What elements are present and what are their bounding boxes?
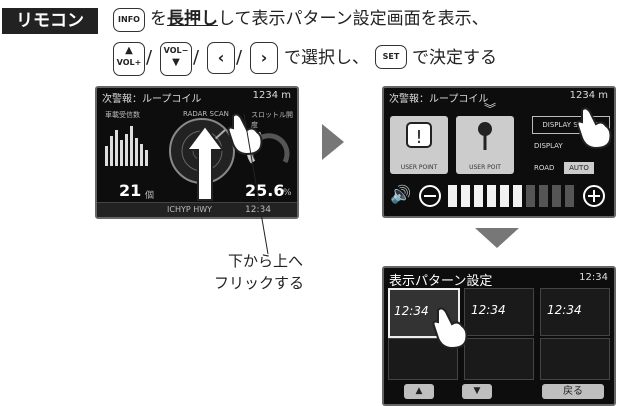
volume-bar	[474, 185, 483, 207]
next-alert-label: 次警報：ループコイル	[389, 94, 489, 105]
plus-icon[interactable]	[582, 184, 606, 208]
up-button[interactable]: ▲	[404, 384, 434, 399]
slash: /	[146, 47, 153, 68]
arrow-down-icon	[475, 228, 519, 248]
slash: /	[193, 47, 200, 68]
caption-line-2: フリックする	[214, 274, 305, 292]
svg-text:!: !	[415, 127, 422, 148]
vol-plus-key: ▲ VOL+	[113, 42, 145, 76]
display-label: DISPLAY	[534, 142, 563, 150]
user-poit-button[interactable]: USER POIT	[456, 116, 514, 174]
minus-icon[interactable]	[418, 184, 442, 208]
down-button[interactable]: ▼	[462, 384, 492, 399]
remocon-label: リモコン	[2, 8, 98, 34]
bar-graph-icon	[105, 126, 148, 166]
volume-bar	[487, 185, 496, 207]
instruction-text-2a: で選択し、	[284, 48, 369, 68]
pattern-title: 表示パターン設定	[389, 274, 493, 289]
volume-bars	[448, 185, 578, 207]
user-poit-label: USER POIT	[469, 164, 501, 171]
pattern-screen[interactable]: 表示パターン設定 12:34 12:34 12:34 12:34 ▲ ▼ 戻る	[382, 266, 616, 406]
left-key: ‹	[207, 42, 235, 74]
vol-minus-key: VOL− ▼	[160, 42, 192, 76]
road-value[interactable]: AUTO	[564, 162, 594, 174]
volume-bar	[526, 185, 535, 207]
caption-line-1: 下から上へ	[228, 252, 304, 270]
user-point-button[interactable]: ! USER POINT	[390, 116, 448, 174]
volume-bar	[539, 185, 548, 207]
pattern-tile[interactable]	[464, 338, 534, 380]
instruction-text-2b: で決定する	[412, 48, 497, 68]
next-alert-label: 次警報：ループコイル	[102, 94, 202, 105]
volume-bar	[500, 185, 509, 207]
received-count-label: 車載受信数	[105, 111, 140, 119]
right-key: ›	[250, 42, 278, 74]
volume-bar	[513, 185, 522, 207]
volume-bar	[448, 185, 457, 207]
pattern-tile[interactable]	[540, 338, 610, 380]
volume-bar	[552, 185, 561, 207]
throttle-unit: %	[283, 188, 292, 198]
chevron-right-icon: ›	[260, 48, 268, 67]
back-button[interactable]: 戻る	[542, 384, 604, 399]
chevron-left-icon: ‹	[217, 48, 225, 67]
flick-up-arrow-icon	[185, 124, 225, 201]
vol-minus-label: VOL−	[163, 46, 189, 55]
clock: 12:34	[579, 272, 608, 283]
speaker-icon: 🔊	[390, 185, 412, 205]
alert-icon: !	[406, 122, 432, 148]
pin-icon	[478, 122, 492, 150]
pattern-tile[interactable]: 12:34	[464, 288, 534, 336]
hand-pointer-icon	[432, 307, 468, 350]
road-status: ICHYP HWY	[167, 205, 213, 214]
settings-screen[interactable]: 次警報：ループコイル 1234 m ︾ ! USER POINT USER PO…	[382, 86, 616, 218]
down-arrow-icon: ▼	[172, 57, 180, 68]
distance-label: 1234 m	[252, 90, 291, 101]
hand-pointer-icon	[576, 107, 612, 150]
tile-time: 12:34	[471, 303, 506, 317]
received-count-value: 21	[119, 181, 142, 200]
slash: /	[236, 47, 243, 68]
volume-bar	[461, 185, 470, 207]
instruction-text-1a: を	[150, 9, 167, 29]
set-key: SET	[375, 45, 407, 69]
callout-line	[243, 113, 269, 255]
instruction-text-1c: して表示パターン設定画面を表示、	[218, 9, 489, 29]
received-count-unit: 個	[145, 191, 155, 201]
pattern-tile[interactable]: 12:34	[540, 288, 610, 336]
arrow-right-icon	[322, 124, 344, 160]
road-label: ROAD	[534, 164, 555, 172]
tile-time: 12:34	[547, 303, 582, 317]
chevron-down-icon: ︾	[484, 102, 497, 116]
info-key: INFO	[113, 8, 145, 32]
vol-plus-label: VOL+	[116, 58, 142, 67]
tile-time: 12:34	[394, 304, 429, 318]
up-arrow-icon: ▲	[125, 45, 133, 56]
long-press-text: 長押し	[167, 9, 218, 29]
user-point-label: USER POINT	[400, 164, 438, 171]
distance-label: 1234 m	[569, 90, 608, 101]
volume-bar	[565, 185, 574, 207]
